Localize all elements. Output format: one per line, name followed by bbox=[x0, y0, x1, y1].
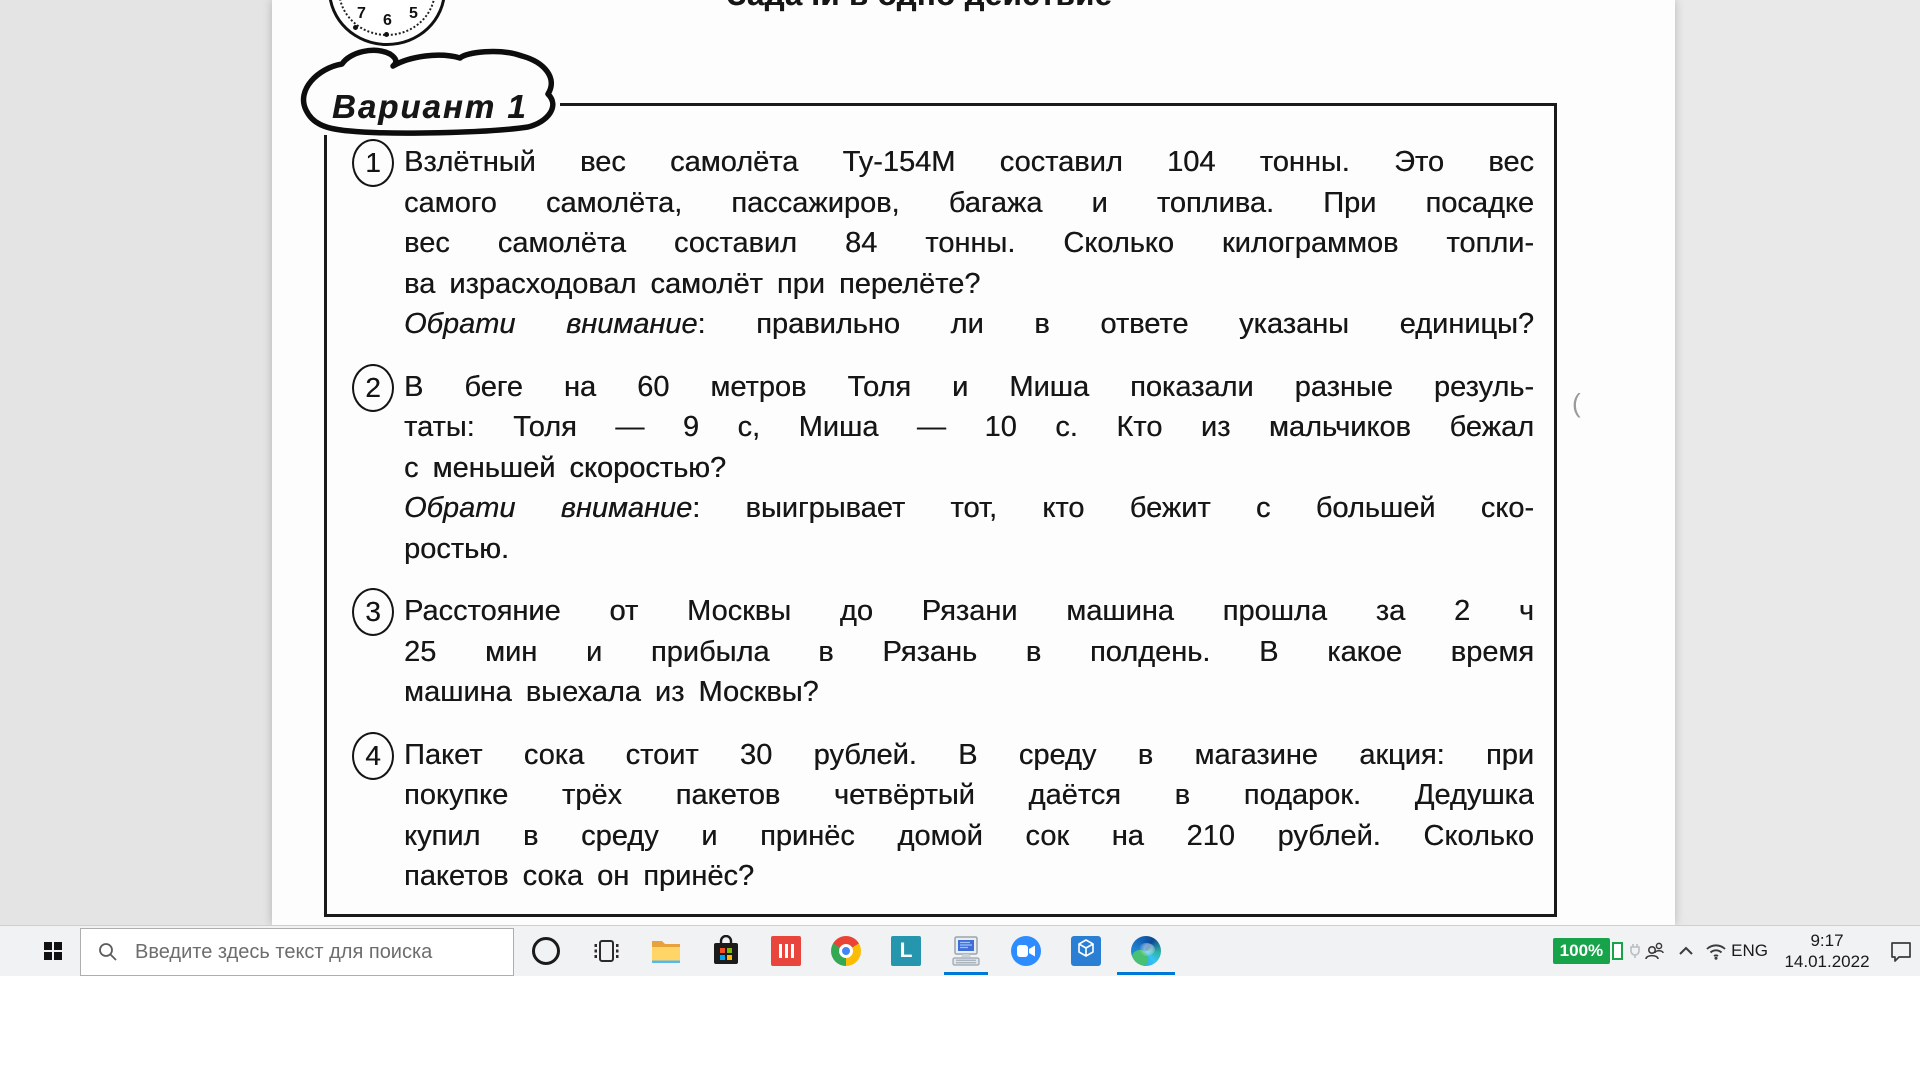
clock-number: 7 bbox=[357, 5, 366, 23]
action-center-button[interactable] bbox=[1886, 926, 1916, 976]
file-explorer-icon bbox=[650, 936, 682, 966]
problem-text-line: купил в среду и принёс домой сок на 210 … bbox=[404, 816, 1534, 857]
taskbar-app-zoom[interactable] bbox=[996, 926, 1056, 976]
problem-text-line: пакетов сока он принёс? bbox=[404, 856, 1534, 897]
system-tray: 100% bbox=[1553, 926, 1916, 976]
task-view-icon bbox=[591, 936, 621, 966]
search-icon bbox=[97, 941, 119, 963]
clock-number: 5 bbox=[409, 5, 418, 23]
clock-number: 6 bbox=[383, 12, 392, 30]
problem-text: Пакет сока стоит 30 рублей. В среду в ма… bbox=[404, 735, 1534, 897]
problem-text-line: таты: Толя — 9 с, Миша — 10 с. Кто из ма… bbox=[404, 407, 1534, 448]
taskbar-app-cortana[interactable] bbox=[516, 926, 576, 976]
taskbar: L 100% bbox=[0, 925, 1920, 976]
problem-text: Взлётный вес самолёта Ту-154М составил 1… bbox=[404, 142, 1534, 345]
3d-viewer-icon bbox=[1071, 936, 1101, 966]
problem-text-line: Расстояние от Москвы до Рязани машина пр… bbox=[404, 591, 1534, 632]
problem-text-line: Пакет сока стоит 30 рублей. В среду в ма… bbox=[404, 735, 1534, 776]
tray-time: 9:17 bbox=[1810, 930, 1843, 951]
problem-3: 3Расстояние от Москвы до Рязани машина п… bbox=[352, 591, 1592, 713]
problem-text-line: Обрати внимание: выигрывает тот, кто беж… bbox=[404, 488, 1534, 529]
problem-1: 1Взлётный вес самолёта Ту-154М составил … bbox=[352, 142, 1592, 345]
worksheet-page: Задачи в одно действие 7 6 5 Вариант 1 (… bbox=[272, 0, 1675, 925]
battery-tip-icon bbox=[1612, 942, 1623, 960]
problem-number-circle: 1 bbox=[352, 139, 394, 187]
problem-2: 2В беге на 60 метров Толя и Миша показал… bbox=[352, 367, 1592, 570]
tray-clock[interactable]: 9:17 14.01.2022 bbox=[1768, 930, 1886, 972]
box-border-left bbox=[324, 135, 327, 917]
problem-text-line: вес самолёта составил 84 тонны. Сколько … bbox=[404, 223, 1534, 264]
problem-text-line: машина выехала из Москвы? bbox=[404, 672, 1534, 713]
desktop-right-strip bbox=[1675, 0, 1920, 925]
search-input[interactable] bbox=[133, 940, 513, 965]
problem-text-line: Взлётный вес самолёта Ту-154М составил 1… bbox=[404, 142, 1534, 183]
problem-text-line: 25 мин и прибыла в Рязань в полдень. В к… bbox=[404, 632, 1534, 673]
l-app-icon: L bbox=[891, 936, 921, 966]
pc-app-icon bbox=[950, 935, 982, 967]
taskbar-app-pc-app[interactable] bbox=[936, 926, 996, 976]
edge-icon bbox=[1131, 936, 1161, 966]
zoom-icon bbox=[1011, 936, 1041, 966]
chevron-up-icon bbox=[1676, 942, 1696, 960]
problem-text-line: с меньшей скоростью? bbox=[404, 448, 1534, 489]
taskbar-apps: L bbox=[516, 926, 1176, 976]
problem-text-line: В беге на 60 метров Толя и Миша показали… bbox=[404, 367, 1534, 408]
variant-label: Вариант 1 bbox=[332, 88, 528, 126]
box-border-top bbox=[560, 103, 1557, 106]
problem-4: 4Пакет сока стоит 30 рублей. В среду в м… bbox=[352, 735, 1592, 897]
problem-text-line: самого самолёта, пассажиров, багажа и то… bbox=[404, 183, 1534, 224]
taskbar-app-3d-viewer[interactable] bbox=[1056, 926, 1116, 976]
problem-text: В беге на 60 метров Толя и Миша показали… bbox=[404, 367, 1534, 570]
taskbar-app-microsoft-store[interactable] bbox=[696, 926, 756, 976]
taskbar-search[interactable] bbox=[80, 928, 514, 976]
show-hidden-icons-button[interactable] bbox=[1671, 926, 1701, 976]
taskbar-app-file-explorer[interactable] bbox=[636, 926, 696, 976]
problem-number-circle: 2 bbox=[352, 364, 394, 412]
taskbar-app-chrome[interactable] bbox=[816, 926, 876, 976]
problem-text-line: ва израсходовал самолёт при перелёте? bbox=[404, 264, 1534, 305]
problems: 1Взлётный вес самолёта Ту-154М составил … bbox=[352, 142, 1592, 919]
problem-text-line: покупке трёх пакетов четвёртый даётся в … bbox=[404, 775, 1534, 816]
people-icon bbox=[1644, 940, 1668, 962]
clock-tick bbox=[353, 25, 358, 30]
problem-number-circle: 3 bbox=[352, 588, 394, 636]
desktop-left-strip bbox=[0, 0, 272, 925]
taskbar-app-red-app[interactable] bbox=[756, 926, 816, 976]
wifi-icon bbox=[1704, 941, 1728, 961]
red-app-icon bbox=[771, 936, 801, 966]
tray-date: 14.01.2022 bbox=[1784, 951, 1869, 972]
variant-blob: Вариант 1 bbox=[288, 44, 578, 144]
cortana-icon bbox=[532, 937, 560, 965]
network-button[interactable] bbox=[1701, 926, 1731, 976]
start-button[interactable] bbox=[30, 926, 76, 976]
taskbar-app-l-app[interactable]: L bbox=[876, 926, 936, 976]
taskbar-app-task-view[interactable] bbox=[576, 926, 636, 976]
chrome-icon bbox=[831, 936, 861, 966]
clock-illustration: 7 6 5 bbox=[328, 0, 446, 46]
people-button[interactable] bbox=[1641, 926, 1671, 976]
clock-tick bbox=[384, 32, 389, 37]
problem-text-line: ростью. bbox=[404, 529, 1534, 570]
microsoft-store-icon bbox=[711, 935, 741, 967]
windows-logo-icon bbox=[44, 942, 62, 960]
taskbar-app-edge[interactable] bbox=[1116, 926, 1176, 976]
battery-indicator[interactable]: 100% bbox=[1553, 938, 1610, 964]
worksheet-clipped-title: Задачи в одно действие bbox=[727, 0, 1112, 13]
power-plug-icon bbox=[1629, 943, 1641, 959]
problem-text-line: Обрати внимание: правильно ли в ответе у… bbox=[404, 304, 1534, 345]
action-center-icon bbox=[1889, 940, 1913, 962]
problem-text: Расстояние от Москвы до Рязани машина пр… bbox=[404, 591, 1534, 713]
language-indicator[interactable]: ENG bbox=[1731, 941, 1768, 961]
problem-number-circle: 4 bbox=[352, 732, 394, 780]
